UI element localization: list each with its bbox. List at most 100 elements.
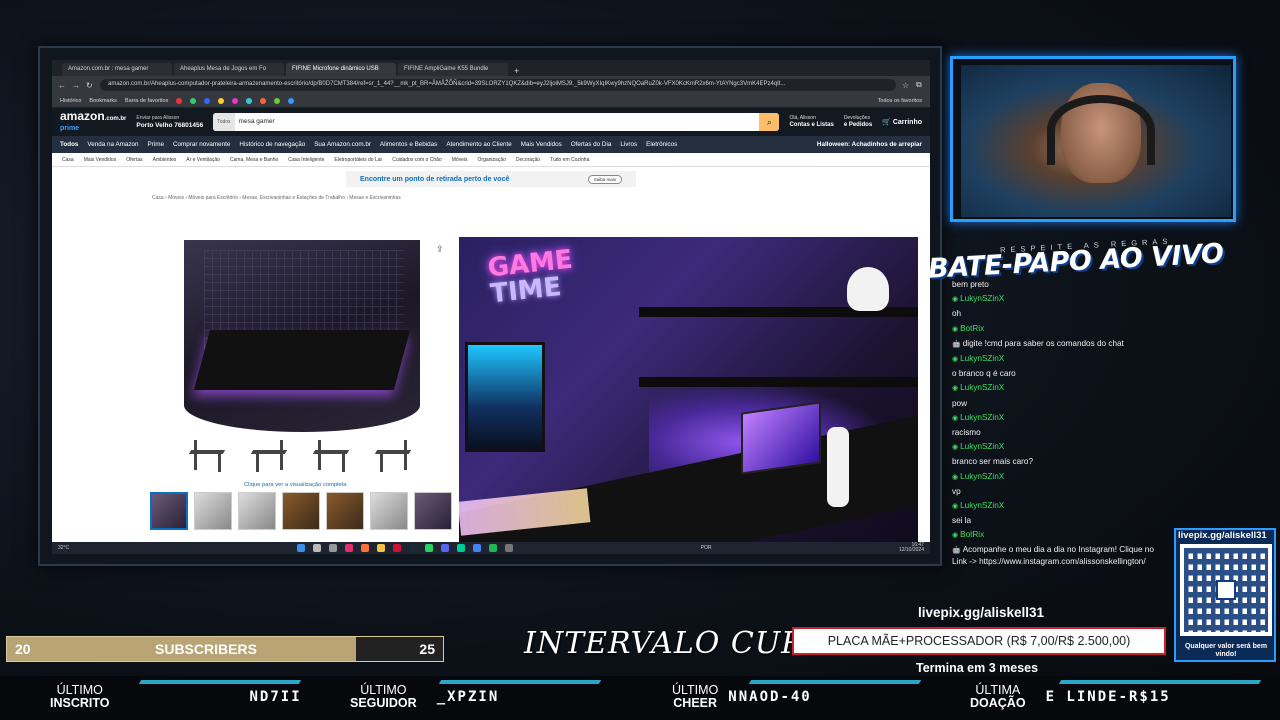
product-image-secondary[interactable] bbox=[184, 240, 420, 432]
weather-temp[interactable]: 32°C bbox=[58, 545, 69, 551]
whatsapp-icon[interactable] bbox=[425, 544, 434, 552]
steam-icon[interactable] bbox=[409, 544, 418, 552]
search-category-select[interactable]: Todos bbox=[213, 113, 235, 131]
folder-icon[interactable] bbox=[377, 544, 386, 552]
bookmark-icon[interactable] bbox=[190, 97, 197, 104]
nav-item[interactable]: Atendimento ao Cliente bbox=[446, 141, 511, 148]
returns-orders[interactable]: Devoluções e Pedidos bbox=[844, 115, 872, 129]
account-menu[interactable]: Olá, Alisson Contas e Listas bbox=[789, 115, 833, 129]
category-subnav: Casa Mais Vendidos Ofertas Ambientes Ar … bbox=[52, 153, 930, 167]
bookmark-icon[interactable] bbox=[274, 97, 281, 104]
bookmark-icon[interactable] bbox=[218, 97, 225, 104]
nav-item[interactable]: Alimentos e Bebidas bbox=[380, 141, 437, 148]
share-icon[interactable]: ⇪ bbox=[436, 244, 444, 255]
subnav-item[interactable]: Ambientes bbox=[153, 157, 177, 163]
subnav-item[interactable]: Ofertas bbox=[126, 157, 142, 163]
forward-icon[interactable]: → bbox=[72, 81, 80, 90]
edge-icon[interactable] bbox=[457, 544, 466, 552]
bookmark-favorites-bar[interactable]: Barra de favoritos bbox=[125, 98, 168, 104]
subnav-item[interactable]: Cama, Mesa e Banho bbox=[230, 157, 278, 163]
bookmark-icon[interactable] bbox=[260, 97, 267, 104]
tab-amazon-search[interactable]: Amazon.com.br : mesa gamer bbox=[62, 63, 172, 76]
thumbnail[interactable] bbox=[194, 492, 232, 530]
taskbar-clock[interactable]: 16:47 12/10/2024 bbox=[899, 543, 924, 553]
nav-item[interactable]: Eletrônicos bbox=[646, 141, 677, 148]
pickup-banner-button[interactable]: Saiba mais bbox=[587, 174, 622, 184]
chrome-icon[interactable] bbox=[473, 544, 482, 552]
thumbnail[interactable] bbox=[150, 492, 188, 530]
thumbnail[interactable] bbox=[326, 492, 364, 530]
thumbnail[interactable] bbox=[414, 492, 452, 530]
tab-fifine-mic[interactable]: FIFINE Microfone dinâmico USB bbox=[286, 63, 396, 76]
subnav-item[interactable]: Mais Vendidos bbox=[84, 157, 117, 163]
nav-item[interactable]: Livros bbox=[620, 141, 637, 148]
subnav-item[interactable]: Móveis bbox=[452, 157, 468, 163]
variant-desk-3[interactable] bbox=[312, 440, 352, 474]
language-indicator[interactable]: POR bbox=[701, 545, 712, 551]
last-follower: ÚLTIMO SEGUIDOR _XPZIN bbox=[350, 680, 499, 714]
nav-item[interactable]: Sua Amazon.com.br bbox=[314, 141, 371, 148]
search-icon[interactable]: ⌕ bbox=[759, 113, 780, 131]
extensions-icon[interactable]: ⧉ bbox=[916, 80, 924, 90]
view-full-link[interactable]: Clique para ver a visualização completa bbox=[244, 482, 346, 488]
bookmark-icon[interactable] bbox=[176, 97, 183, 104]
subnav-item[interactable]: Casa Inteligente bbox=[288, 157, 324, 163]
breadcrumb[interactable]: Casa › Móveis › Móveis para Escritório ›… bbox=[152, 195, 930, 201]
product-image-main[interactable]: GAME TIME bbox=[459, 237, 918, 544]
thumbnail[interactable] bbox=[282, 492, 320, 530]
address-bar[interactable]: amazon.com.br/Aheaplus-computador-pratel… bbox=[100, 79, 896, 91]
deliver-to[interactable]: Enviar para Alisson Porto Velho 76801456 bbox=[136, 115, 203, 130]
last-subscriber-value: ND7II bbox=[249, 689, 302, 705]
tab-aheaplus[interactable]: Aheaplus Mesa de Jogos em Fo bbox=[174, 63, 284, 76]
search-icon[interactable] bbox=[313, 544, 322, 552]
spotify-icon[interactable] bbox=[489, 544, 498, 552]
subnav-item[interactable]: Organização bbox=[478, 157, 506, 163]
bot-badge-icon: ◉ bbox=[952, 532, 959, 540]
nav-all[interactable]: Todos bbox=[60, 141, 78, 148]
start-icon[interactable] bbox=[297, 544, 306, 552]
new-tab-button[interactable]: + bbox=[510, 66, 523, 76]
nav-item[interactable]: Histórico de navegação bbox=[239, 141, 305, 148]
star-icon[interactable]: ☆ bbox=[902, 81, 910, 90]
app-icon[interactable] bbox=[505, 544, 514, 552]
pickup-banner: Encontre um ponto de retirada perto de v… bbox=[346, 171, 636, 187]
bookmark-all-favorites[interactable]: Todos os favoritos bbox=[878, 98, 922, 104]
app-icon[interactable] bbox=[441, 544, 450, 552]
variant-desk-4[interactable] bbox=[374, 440, 414, 474]
subnav-item[interactable]: Tudo em Cozinha bbox=[550, 157, 589, 163]
last-subscriber: ÚLTIMO INSCRITO ND7II bbox=[50, 680, 302, 714]
nav-item[interactable]: Comprar novamente bbox=[173, 141, 230, 148]
thumbnail[interactable] bbox=[238, 492, 276, 530]
nav-halloween[interactable]: Halloween: Achadinhos de arrepiar bbox=[817, 141, 922, 148]
search-input[interactable]: mesa gamer bbox=[235, 113, 760, 131]
bookmark-icon[interactable] bbox=[204, 97, 211, 104]
variant-desk-2[interactable] bbox=[250, 440, 290, 474]
reload-icon[interactable]: ↻ bbox=[86, 81, 94, 90]
subnav-item[interactable]: Casa bbox=[62, 157, 74, 163]
instagram-icon[interactable] bbox=[345, 544, 354, 552]
amazon-logo[interactable]: amazon.com.br prime bbox=[60, 110, 126, 133]
bookmark-icon[interactable] bbox=[232, 97, 239, 104]
back-icon[interactable]: ← bbox=[58, 81, 66, 90]
address-row: ← → ↻ amazon.com.br/Aheaplus-computador-… bbox=[52, 76, 930, 94]
app-icon[interactable] bbox=[393, 544, 402, 552]
nav-item[interactable]: Prime bbox=[148, 141, 164, 148]
bookmark-icon[interactable] bbox=[246, 97, 253, 104]
cart-button[interactable]: 🛒 Carrinho bbox=[882, 118, 922, 126]
taskview-icon[interactable] bbox=[329, 544, 338, 552]
bookmark-bookmarks[interactable]: Bookmarks bbox=[89, 98, 117, 104]
subnav-item[interactable]: Eletroportáteis do Lar bbox=[334, 157, 382, 163]
firefox-icon[interactable] bbox=[361, 544, 370, 552]
thumbnail[interactable] bbox=[370, 492, 408, 530]
bookmark-historico[interactable]: Histórico bbox=[60, 98, 81, 104]
variant-desk-1[interactable] bbox=[188, 440, 228, 474]
nav-item[interactable]: Ofertas do Dia bbox=[571, 141, 612, 148]
tab-fifine-bundle[interactable]: FIFINE AmpliGame K55 Bundle bbox=[398, 63, 508, 76]
bookmark-icon[interactable] bbox=[288, 97, 295, 104]
subnav-item[interactable]: Cuidados com o Chão bbox=[392, 157, 441, 163]
donation-goal-box: PLACA MÃE+PROCESSADOR (R$ 7,00/R$ 2.500,… bbox=[792, 627, 1166, 655]
nav-item[interactable]: Venda na Amazon bbox=[87, 141, 138, 148]
nav-item[interactable]: Mais Vendidos bbox=[521, 141, 562, 148]
subnav-item[interactable]: Decoração bbox=[516, 157, 540, 163]
subnav-item[interactable]: Ar e Ventilação bbox=[186, 157, 220, 163]
